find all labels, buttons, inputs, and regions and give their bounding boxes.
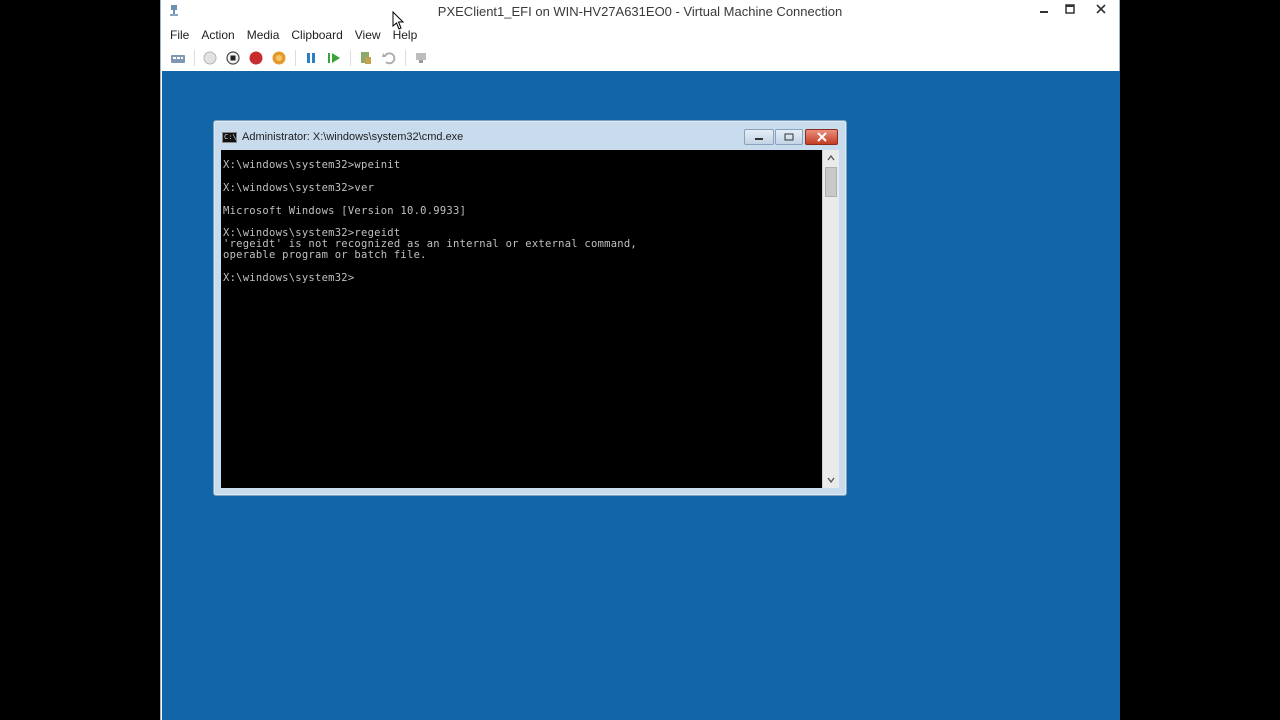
checkpoint-button[interactable]: [355, 48, 377, 68]
enhanced-session-icon: [416, 53, 426, 63]
console-line: X:\windows\system32>ver: [223, 182, 375, 194]
ctrl-alt-del-button[interactable]: [167, 48, 189, 68]
cmd-titlebar[interactable]: C:\ Administrator: X:\windows\system32\c…: [214, 121, 846, 151]
enhanced-session-button[interactable]: [410, 48, 432, 68]
start-button[interactable]: [199, 48, 221, 68]
cmd-close-button[interactable]: [805, 129, 838, 145]
guest-desktop[interactable]: C:\ Administrator: X:\windows\system32\c…: [162, 71, 1120, 720]
resume-icon: [328, 53, 340, 63]
vm-connection-window: PXEClient1_EFI on WIN-HV27A631EO0 - Virt…: [160, 0, 1120, 720]
chevron-up-icon: [827, 155, 835, 161]
shut-down-icon: [249, 51, 263, 65]
cmd-window[interactable]: C:\ Administrator: X:\windows\system32\c…: [213, 120, 847, 496]
toolbar-separator: [405, 50, 406, 66]
restore-icon: [784, 133, 794, 141]
shut-down-button[interactable]: [245, 48, 267, 68]
menu-view[interactable]: View: [355, 28, 381, 42]
minimize-button[interactable]: [1031, 0, 1057, 18]
close-icon: [816, 132, 827, 142]
pause-button[interactable]: [300, 48, 322, 68]
cmd-window-title: Administrator: X:\windows\system32\cmd.e…: [242, 131, 464, 143]
console-line: Microsoft Windows [Version 10.0.9933]: [223, 205, 467, 217]
close-icon: [1096, 4, 1106, 14]
maximize-button[interactable]: [1057, 0, 1083, 18]
scroll-up-button[interactable]: [823, 150, 839, 166]
console-output[interactable]: X:\windows\system32>wpeinit X:\windows\s…: [221, 150, 822, 488]
toolbar-separator: [194, 50, 195, 66]
toolbar-separator: [350, 50, 351, 66]
close-button[interactable]: [1083, 0, 1119, 18]
checkpoint-icon: [361, 52, 371, 64]
scroll-thumb[interactable]: [825, 167, 837, 197]
menu-clipboard[interactable]: Clipboard: [291, 28, 342, 42]
cmd-minimize-button[interactable]: [744, 129, 774, 145]
scroll-down-button[interactable]: [823, 472, 839, 488]
restore-icon: [1065, 4, 1075, 14]
cmd-maximize-button[interactable]: [775, 129, 803, 145]
turn-off-icon: [226, 51, 240, 65]
ctrl-alt-del-icon: [171, 55, 185, 63]
cmd-vertical-scrollbar[interactable]: [822, 150, 839, 488]
vm-titlebar[interactable]: PXEClient1_EFI on WIN-HV27A631EO0 - Virt…: [161, 0, 1119, 24]
start-icon: [203, 51, 217, 65]
pause-icon: [307, 53, 315, 63]
save-state-button[interactable]: [268, 48, 290, 68]
mouse-cursor-icon: [392, 11, 404, 30]
cmd-icon[interactable]: C:\: [222, 132, 237, 143]
console-line: X:\windows\system32>wpeinit: [223, 159, 401, 171]
chevron-down-icon: [827, 477, 835, 483]
minimize-icon: [1040, 11, 1048, 13]
vm-toolbar: [161, 46, 1119, 70]
revert-button[interactable]: [378, 48, 400, 68]
vm-window-title: PXEClient1_EFI on WIN-HV27A631EO0 - Virt…: [437, 4, 843, 19]
vm-menubar: File Action Media Clipboard View Help: [161, 24, 1119, 46]
turn-off-button[interactable]: [222, 48, 244, 68]
minimize-icon: [755, 138, 763, 140]
console-line: X:\windows\system32>: [223, 272, 355, 284]
revert-icon: [382, 52, 396, 65]
toolbar-separator: [295, 50, 296, 66]
menu-file[interactable]: File: [170, 28, 189, 42]
resume-button[interactable]: [323, 48, 345, 68]
save-icon: [272, 51, 286, 65]
menu-media[interactable]: Media: [247, 28, 280, 42]
console-line: operable program or batch file.: [223, 249, 427, 261]
menu-action[interactable]: Action: [201, 28, 234, 42]
